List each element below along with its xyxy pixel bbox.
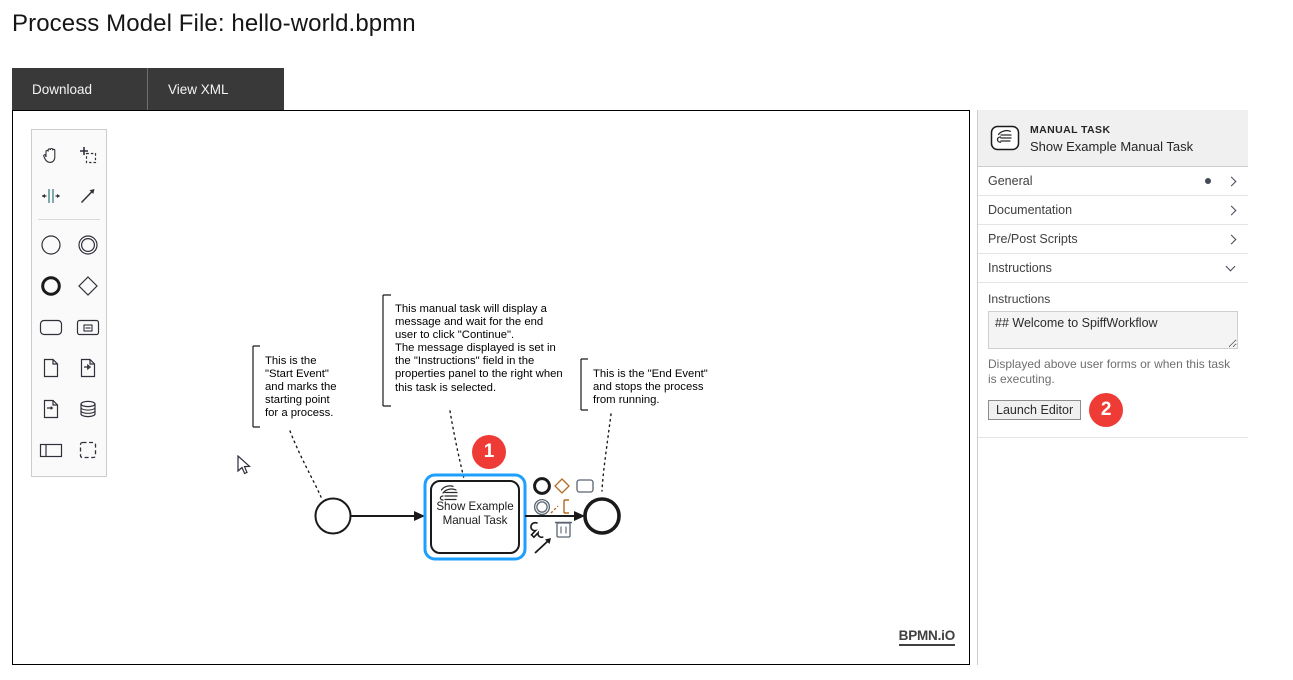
page-title: Process Model File: hello-world.bpmn bbox=[12, 10, 416, 37]
end-event-icon[interactable] bbox=[32, 265, 69, 306]
task-label-line2: Manual Task bbox=[442, 514, 508, 527]
gateway-icon[interactable] bbox=[69, 265, 106, 306]
chevron-down-icon bbox=[1227, 263, 1238, 274]
start-event-icon[interactable] bbox=[32, 224, 69, 265]
bpmn-io-logo[interactable]: BPMN.iO bbox=[898, 628, 955, 646]
group-pre-post-scripts[interactable]: Pre/Post Scripts bbox=[978, 225, 1248, 254]
task-icon[interactable] bbox=[32, 306, 69, 347]
instructions-help-text: Displayed above user forms or when this … bbox=[988, 357, 1231, 386]
bpmn-canvas[interactable]: This is the "Start Event" and marks the … bbox=[12, 110, 970, 665]
group-general-label: General bbox=[988, 174, 1033, 188]
task-label-line1: Show Example bbox=[436, 500, 514, 513]
annotation-start-event: This is the "Start Event" and marks the … bbox=[265, 355, 337, 420]
chevron-right-icon bbox=[1227, 176, 1238, 187]
group-general-dot bbox=[1205, 178, 1211, 184]
data-object-icon[interactable] bbox=[32, 347, 69, 388]
participant-icon[interactable] bbox=[32, 429, 69, 470]
badge-marker-1: 1 bbox=[472, 435, 506, 469]
bpmn-palette bbox=[31, 129, 107, 477]
manual-task-icon bbox=[990, 125, 1020, 151]
tab-view-xml-label: View XML bbox=[168, 81, 229, 97]
group-documentation-label: Documentation bbox=[988, 203, 1073, 217]
bpmn-editor: This is the "Start Event" and marks the … bbox=[12, 110, 1248, 666]
space-tool-icon[interactable] bbox=[32, 175, 69, 216]
tab-download[interactable]: Download bbox=[12, 68, 148, 110]
properties-header-text: MANUAL TASK Show Example Manual Task bbox=[1030, 123, 1193, 154]
group-instructions-label: Instructions bbox=[988, 261, 1052, 275]
element-type-label: MANUAL TASK bbox=[1030, 123, 1111, 136]
element-name-label: Show Example Manual Task bbox=[1030, 138, 1194, 154]
chevron-right-icon bbox=[1227, 205, 1238, 216]
instructions-input[interactable] bbox=[988, 311, 1238, 349]
group-instructions[interactable]: Instructions bbox=[978, 254, 1248, 283]
group-icon[interactable] bbox=[69, 429, 106, 470]
group-pre-post-scripts-label: Pre/Post Scripts bbox=[988, 232, 1078, 246]
badge-marker-2: 2 bbox=[1089, 393, 1124, 427]
palette-divider bbox=[38, 219, 100, 220]
chevron-right-icon bbox=[1227, 234, 1238, 245]
properties-panel: MANUAL TASK Show Example Manual Task Gen… bbox=[977, 110, 1248, 665]
tab-bar: Download View XML bbox=[12, 68, 284, 110]
launch-editor-row: Launch Editor 2 bbox=[988, 393, 1238, 427]
tab-view-xml[interactable]: View XML bbox=[148, 68, 284, 110]
properties-panel-header: MANUAL TASK Show Example Manual Task bbox=[978, 110, 1248, 167]
hand-tool-icon[interactable] bbox=[32, 134, 69, 175]
instructions-section: Instructions Displayed above user forms … bbox=[978, 283, 1248, 438]
annotation-manual-task: This manual task will display a message … bbox=[395, 303, 563, 394]
group-documentation[interactable]: Documentation bbox=[978, 196, 1248, 225]
data-store-icon[interactable] bbox=[69, 388, 106, 429]
lasso-tool-icon[interactable] bbox=[69, 134, 106, 175]
instructions-field-label: Instructions bbox=[988, 292, 1051, 306]
group-general[interactable]: General bbox=[978, 167, 1248, 196]
subprocess-icon[interactable] bbox=[69, 306, 106, 347]
task-label: Show Example Manual Task bbox=[431, 500, 519, 528]
tab-download-label: Download bbox=[32, 81, 93, 97]
annotation-end-event: This is the "End Event" and stops the pr… bbox=[593, 368, 708, 407]
mouse-cursor-icon bbox=[237, 455, 251, 475]
data-output-icon[interactable] bbox=[32, 388, 69, 429]
global-connect-tool-icon[interactable] bbox=[69, 175, 106, 216]
launch-editor-button[interactable]: Launch Editor bbox=[988, 400, 1082, 420]
intermediate-event-icon[interactable] bbox=[69, 224, 106, 265]
data-input-icon[interactable] bbox=[69, 347, 106, 388]
